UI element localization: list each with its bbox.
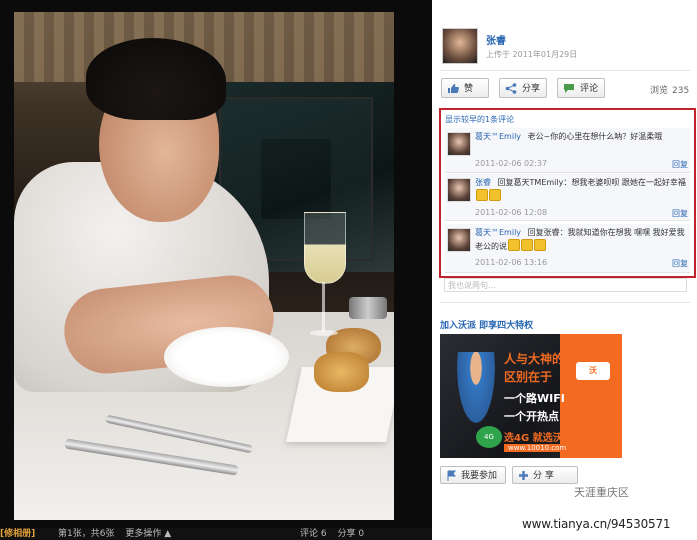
- comment-time: 2011-02-06 12:08: [475, 208, 548, 217]
- plus-icon: [519, 471, 528, 480]
- more-actions-link[interactable]: 更多操作 ▲: [125, 529, 171, 539]
- photo-wine-glass: [304, 212, 346, 342]
- comments-count-link[interactable]: 评论 6: [300, 529, 327, 539]
- share-button[interactable]: 分享: [499, 78, 547, 98]
- thumbs-up-icon: [448, 84, 459, 93]
- views-count: 浏览 235: [650, 86, 690, 96]
- comment-reply-link[interactable]: 回复: [672, 159, 688, 170]
- share-count-link[interactable]: 分享 0: [337, 529, 364, 539]
- emoticon-icon: [508, 239, 520, 251]
- comment-item: 葛天™Emily 回复张睿：我就知道你在想我 嘿嘿 我好爱我老公的说 2011-…: [445, 224, 690, 273]
- divider: [440, 70, 690, 71]
- comment-time: 2011-02-06 02:37: [475, 159, 548, 168]
- upload-date: 上传于 2011年01月29日: [486, 50, 578, 59]
- comment-reply-link[interactable]: 回复: [672, 258, 688, 269]
- divider: [440, 302, 690, 303]
- commenter-avatar[interactable]: [447, 178, 471, 202]
- comment-text: 回复葛天TMEmily：想我老婆呗呗 跟她在一起好幸福: [497, 178, 686, 187]
- ad-badge-icon: 4G: [476, 426, 502, 448]
- ad-person-figure: [454, 352, 498, 432]
- join-button[interactable]: 我要参加: [440, 466, 506, 484]
- comment-author[interactable]: 葛天™Emily: [475, 132, 521, 141]
- source-url: www.tianya.cn/94530571: [522, 517, 671, 531]
- watermark: 天涯重庆区: [574, 486, 629, 499]
- emoticon-icon: [521, 239, 533, 251]
- commenter-avatar[interactable]: [447, 228, 471, 252]
- show-earlier-comments-link[interactable]: 显示较早的1条评论: [445, 114, 514, 125]
- emoticon-icon: [534, 239, 546, 251]
- comment-item: 张睿 回复葛天TMEmily：想我老婆呗呗 跟她在一起好幸福 2011-02-0…: [445, 174, 690, 221]
- main-photo[interactable]: [14, 12, 394, 520]
- photo-person-hair: [86, 38, 226, 120]
- comment-author[interactable]: 张睿: [475, 178, 491, 187]
- photo-plate: [164, 327, 289, 387]
- ad-brand-logo: 沃: [576, 362, 610, 380]
- like-button[interactable]: 赞: [441, 78, 489, 98]
- photo-viewer: [修相册] 第1张，共6张 更多操作 ▲ 评论 6 分享 0: [0, 0, 432, 540]
- photo-counter: 第1张，共6张: [58, 529, 115, 539]
- comments-section: 显示较早的1条评论 葛天™Emily 老公~你的心里在想什么呐？好温柔哦 201…: [439, 108, 696, 278]
- user-avatar[interactable]: [442, 28, 478, 64]
- viewer-status-bar: [修相册] 第1张，共6张 更多操作 ▲ 评论 6 分享 0: [0, 528, 432, 540]
- emoticon-icon: [489, 189, 501, 201]
- comment-input[interactable]: 我也说两句...: [444, 278, 687, 292]
- promo-title-link[interactable]: 加入沃派 即享四大特权: [440, 318, 533, 331]
- commenter-avatar[interactable]: [447, 132, 471, 156]
- comment-item: 葛天™Emily 老公~你的心里在想什么呐？好温柔哦 2011-02-06 02…: [445, 128, 690, 173]
- emoticon-icon: [476, 189, 488, 201]
- username-link[interactable]: 张睿: [486, 32, 506, 47]
- share-icon: [505, 83, 517, 94]
- info-panel: 张睿 上传于 2011年01月29日 赞 分享 评论 浏览 235 显示较早的1条…: [432, 0, 697, 540]
- ad-banner[interactable]: 人与大神的 区别在于 一个路WIFI 一个开热点 沃 4G 选4G 就选沃 ww…: [440, 334, 622, 458]
- comment-button[interactable]: 评论: [557, 78, 605, 98]
- comment-author[interactable]: 葛天™Emily: [475, 228, 521, 237]
- ad-share-button[interactable]: 分 享: [512, 466, 578, 484]
- comment-icon: [564, 84, 574, 93]
- comment-reply-link[interactable]: 回复: [672, 208, 688, 219]
- comment-time: 2011-02-06 13:16: [475, 258, 548, 267]
- album-link[interactable]: [修相册]: [0, 528, 35, 540]
- photo-bread: [314, 352, 369, 392]
- flag-icon: [447, 470, 457, 481]
- comment-text: 老公~你的心里在想什么呐？好温柔哦: [527, 132, 663, 141]
- photo-cup: [349, 297, 387, 319]
